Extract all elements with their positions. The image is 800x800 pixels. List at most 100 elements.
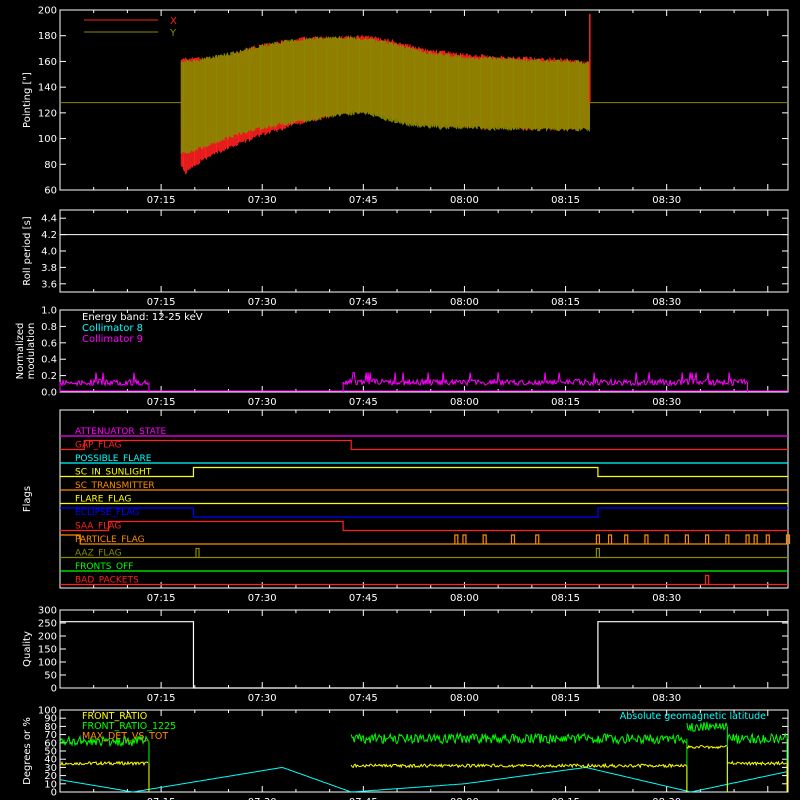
x-tick-label: 07:30 xyxy=(248,693,277,704)
flag-pulse xyxy=(745,534,750,544)
legend-label: MAX_DET_VS_TOT xyxy=(82,731,168,742)
y-tick-label: 0 xyxy=(51,684,57,695)
x-tick-label: 08:00 xyxy=(450,297,479,308)
x-tick-label: 07:45 xyxy=(349,397,378,408)
panel-flags: 07:15 07:30 07:45 08:00 08:15 08:30FlagsATTEN… xyxy=(22,409,791,604)
x-tick-label: 08:30 xyxy=(652,397,681,408)
x-tick-label: 08:00 xyxy=(450,397,479,408)
legend-label: Collimator 8 xyxy=(82,323,143,334)
y-tick-label: 4.2 xyxy=(41,230,57,241)
x-tick-label: 08:15 xyxy=(551,195,580,206)
axes-frame xyxy=(59,209,789,293)
y-tick-label: 0.0 xyxy=(41,388,57,399)
panel-modulation: 07:15 07:30 07:45 08:00 08:15 08:30 0.0 0.2 0.4 0… xyxy=(15,306,789,408)
flag-pulse xyxy=(454,534,459,544)
x-tick-label: 08:00 xyxy=(450,593,479,604)
axes-frame xyxy=(59,409,789,589)
x-tick-label: 07:30 xyxy=(248,593,277,604)
y-tick-label: 50 xyxy=(44,671,57,682)
flag-pulse xyxy=(595,547,601,558)
flag-label: ECLIPSE_FLAG xyxy=(75,508,139,518)
flag-pulse xyxy=(644,534,649,544)
y-tick-label: 150 xyxy=(38,645,57,656)
flag-pulse xyxy=(664,534,669,544)
flag-line xyxy=(60,507,788,518)
flag-pulse xyxy=(684,534,689,544)
x-tick-label: 07:45 xyxy=(349,297,378,308)
y-tick-label: 160 xyxy=(38,57,57,68)
panel-pointing: 07:15 07:30 07:45 08:00 08:15 08:30 60 80 100 120… xyxy=(22,6,789,206)
x-tick-label: 08:15 xyxy=(551,297,580,308)
legend-label: Absolute geomagnetic latitude xyxy=(620,711,766,722)
y-tick-label: 3.6 xyxy=(41,279,57,290)
y-axis-label: Roll period [s] xyxy=(22,216,33,285)
x-tick-label: 07:15 xyxy=(147,397,176,408)
x-tick-label: 07:45 xyxy=(349,593,378,604)
flag-pulse xyxy=(705,574,710,585)
x-tick-label: 08:15 xyxy=(551,693,580,704)
ratio-line xyxy=(686,721,728,732)
x-tick-label: 07:15 xyxy=(147,195,176,206)
y-tick-label: 180 xyxy=(38,31,57,42)
y-axis-label: modulation xyxy=(26,323,37,380)
flag-pulse xyxy=(462,534,467,544)
ratio-line xyxy=(350,731,687,746)
ratio-line xyxy=(726,760,787,767)
y-tick-label: 200 xyxy=(38,6,57,17)
y-tick-label: 0.2 xyxy=(41,371,57,382)
flag-line xyxy=(60,439,788,451)
flag-pulse xyxy=(753,534,758,544)
y-tick-label: 4.4 xyxy=(41,214,57,225)
y-tick-label: 200 xyxy=(38,632,57,643)
x-tick-label: 08:15 xyxy=(551,593,580,604)
y-tick-label: 100 xyxy=(38,134,57,145)
y-tick-label: 1.0 xyxy=(41,306,57,317)
x-tick-label: 08:30 xyxy=(652,593,681,604)
flag-pulse xyxy=(595,534,601,544)
flag-pulse xyxy=(535,534,540,544)
y-tick-label: 100 xyxy=(38,706,57,717)
collimator-9-line xyxy=(342,371,748,387)
flag-pulse xyxy=(510,534,516,544)
x-tick-label: 08:30 xyxy=(652,693,681,704)
y-tick-label: 140 xyxy=(38,83,57,94)
quality-line xyxy=(60,621,788,689)
y-tick-label: 0.4 xyxy=(41,355,57,366)
x-tick-label: 08:30 xyxy=(652,297,681,308)
y-tick-label: 250 xyxy=(38,619,57,630)
flag-pulse xyxy=(607,534,613,544)
flag-pulse xyxy=(195,547,200,558)
flag-line xyxy=(60,520,788,532)
flag-pulse xyxy=(624,534,629,544)
legend-label: Y xyxy=(169,28,177,39)
figure: 07:15 07:30 07:45 08:00 08:15 08:30 60 80 100 120… xyxy=(15,6,791,800)
ratio-line xyxy=(726,732,787,745)
panel-quality: 07:15 07:30 07:45 08:00 08:15 08:30 0 50 100 150 2… xyxy=(22,606,789,704)
legend-label: X xyxy=(170,16,177,27)
x-tick-label: 07:15 xyxy=(147,593,176,604)
x-tick-label: 08:00 xyxy=(450,693,479,704)
y-tick-label: 100 xyxy=(38,658,57,669)
panel-ratios: 07:1507:3007:4508:0008:1508:300102030405… xyxy=(22,706,789,800)
x-tick-label: 07:15 xyxy=(147,693,176,704)
collimator-9-line xyxy=(59,372,149,388)
y-axis-label: Pointing ["] xyxy=(22,72,33,128)
y-tick-label: 120 xyxy=(38,108,57,119)
x-tick-label: 07:30 xyxy=(248,297,277,308)
ratio-line xyxy=(59,760,149,767)
legend-label: Energy band: 12-25 keV xyxy=(82,312,203,323)
x-tick-label: 07:30 xyxy=(248,195,277,206)
legend-label: Collimator 9 xyxy=(82,334,143,345)
x-tick-label: 07:30 xyxy=(248,397,277,408)
x-tick-label: 07:45 xyxy=(349,195,378,206)
x-tick-label: 07:45 xyxy=(349,693,378,704)
y-tick-label: 300 xyxy=(38,606,57,617)
y-axis-label: Degrees or % xyxy=(22,717,33,785)
y-tick-label: 0.6 xyxy=(41,338,57,349)
x-tick-label: 08:00 xyxy=(450,195,479,206)
x-tick-label: 07:15 xyxy=(147,297,176,308)
flag-pulse xyxy=(705,534,710,544)
flag-pulse xyxy=(725,534,730,544)
ratio-line xyxy=(350,762,687,769)
flag-line xyxy=(60,534,788,545)
